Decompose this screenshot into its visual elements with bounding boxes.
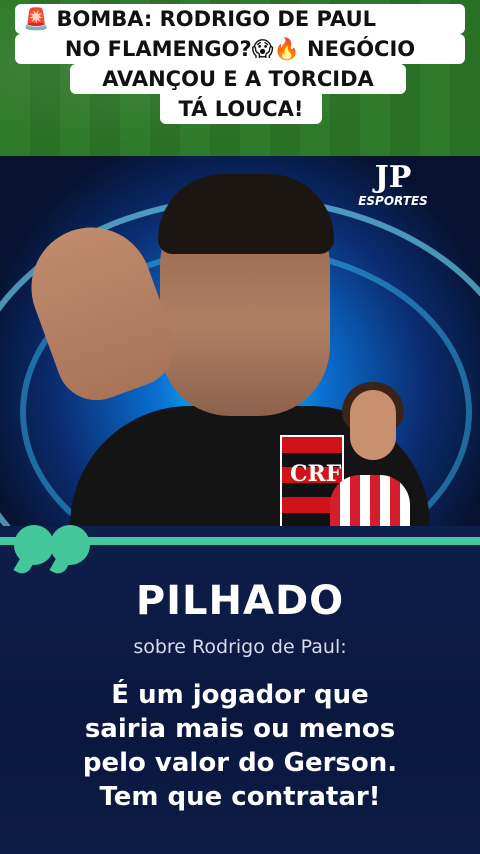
speaker-name: PILHADO: [135, 578, 345, 624]
channel-logo-mark: JP: [374, 160, 412, 195]
quote-line: É um jogador que: [111, 680, 369, 710]
quote-mark-icon: [50, 525, 90, 565]
headline-line-2: NO FLAMENGO?😱🔥 NEGÓCIO: [15, 34, 465, 64]
quote-line: pelo valor do Gerson.: [82, 748, 398, 778]
presenter-hair: [158, 174, 334, 254]
channel-logo-sub: ESPORTES: [358, 194, 428, 208]
player-inset: CRF: [280, 382, 420, 535]
headline-line-1: 🚨 BOMBA: RODRIGO DE PAUL: [15, 4, 465, 34]
quote-subtitle: sobre Rodrigo de Paul:: [133, 636, 347, 658]
headline-line-3: AVANÇOU E A TORCIDA: [70, 64, 406, 94]
quote-mark-icon: [14, 525, 54, 565]
channel-logo: JP ESPORTES: [348, 162, 438, 212]
player-head: [350, 390, 396, 460]
crest-text: CRF: [290, 461, 342, 487]
quote-text: É um jogador que sairia mais ou menos pe…: [20, 678, 460, 814]
quote-line: sairia mais ou menos: [84, 714, 396, 744]
quote-line: Tem que contratar!: [99, 782, 381, 812]
headline-line-4: TÁ LOUCA!: [160, 94, 322, 124]
